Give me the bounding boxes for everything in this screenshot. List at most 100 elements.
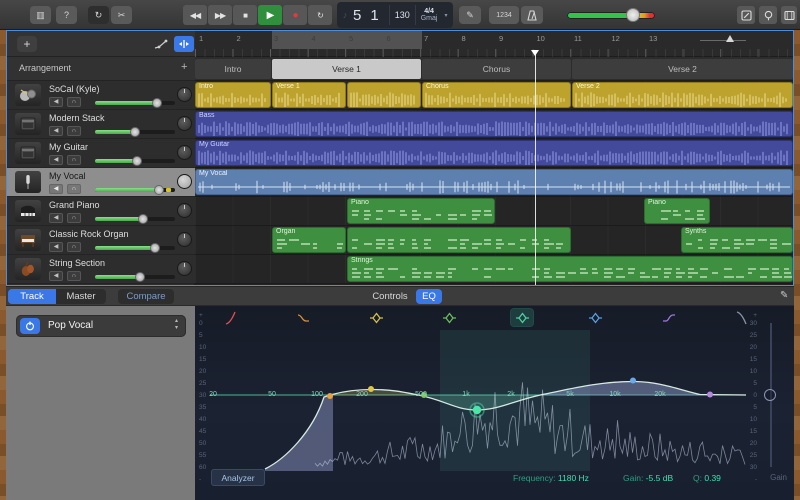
region[interactable]: My Vocal — [195, 169, 793, 195]
library-button[interactable]: ▥ — [30, 6, 51, 24]
highpass-band-button[interactable] — [219, 309, 241, 326]
timeline-zoom-slider[interactable] — [700, 38, 746, 42]
edit-pencil-icon[interactable]: ✎ — [780, 290, 788, 301]
volume-knob[interactable] — [154, 185, 164, 195]
track-name[interactable]: My Vocal — [49, 171, 86, 181]
track-name[interactable]: Modern Stack — [49, 113, 105, 123]
arrangement-section[interactable]: Verse 2 — [572, 59, 793, 79]
arrangement-section[interactable]: Intro — [195, 59, 271, 79]
tab-master[interactable]: Master — [56, 289, 106, 304]
lcd-tempo-value[interactable]: 130 — [395, 10, 410, 20]
zoom-slider-handle[interactable] — [726, 35, 734, 42]
band5-handle-selected[interactable] — [473, 406, 481, 414]
media-browser-button[interactable] — [781, 6, 797, 24]
track-header[interactable]: Classic Rock Organ ◀ ∩ — [7, 226, 195, 255]
lcd-menu-chevron-icon[interactable]: ▾ — [444, 12, 447, 19]
pan-knob[interactable] — [177, 87, 192, 102]
gain-slider-knob[interactable] — [764, 389, 776, 401]
note-pad-button[interactable] — [737, 6, 755, 24]
lcd-key-value[interactable]: Gmaj — [421, 15, 438, 22]
mute-button[interactable]: ◀ — [49, 271, 63, 281]
pan-knob[interactable] — [177, 174, 192, 189]
track-header[interactable]: SoCal (Kyle)◀∩ — [7, 81, 195, 110]
region[interactable]: Piano — [644, 198, 710, 224]
band7-handle[interactable] — [707, 392, 713, 398]
playhead[interactable] — [535, 51, 536, 285]
bell-yellow-band-button[interactable] — [365, 309, 387, 326]
master-volume-slider[interactable] — [626, 8, 640, 22]
mute-button[interactable]: ◀ — [49, 155, 63, 165]
add-track-button[interactable]: + — [17, 36, 37, 52]
arrangement-section[interactable]: Verse 1 — [272, 59, 421, 79]
pan-knob[interactable] — [177, 145, 192, 160]
lowshelf-band-button[interactable] — [292, 309, 314, 326]
volume-knob[interactable] — [152, 98, 162, 108]
track-header[interactable]: Grand Piano◀∩ — [7, 197, 195, 226]
lcd-bar-value[interactable]: 5 — [353, 7, 363, 24]
rewind-button[interactable]: ◀◀ — [183, 5, 207, 25]
lcd-display[interactable]: ♪ 5 1 130 4/4 Gmaj ▾ — [337, 2, 453, 28]
region[interactable]: Verse 2 — [572, 82, 793, 108]
solo-button[interactable]: ∩ — [67, 126, 81, 136]
cycle-button[interactable]: ↻ — [88, 6, 109, 24]
bell-blue-band-button[interactable] — [584, 309, 606, 326]
stop-button[interactable]: ■ — [233, 5, 257, 25]
tab-eq[interactable]: EQ — [416, 289, 442, 304]
arrangement-header-row[interactable]: Arrangement + — [7, 57, 195, 81]
region[interactable] — [347, 82, 421, 108]
lcd-beat-value[interactable]: 1 — [370, 7, 380, 24]
record-button[interactable]: ● — [283, 5, 307, 25]
region[interactable]: My Guitar — [195, 140, 793, 166]
volume-knob[interactable] — [130, 127, 140, 137]
solo-button[interactable]: ∩ — [67, 213, 81, 223]
loop-browser-button[interactable] — [759, 6, 777, 24]
pan-knob[interactable] — [177, 232, 192, 247]
region[interactable]: Bass — [195, 111, 793, 137]
arrangement-add-button[interactable]: + — [181, 61, 187, 73]
tab-controls[interactable]: Controls — [366, 289, 414, 304]
solo-button[interactable]: ∩ — [67, 242, 81, 252]
eq-graph[interactable] — [195, 326, 794, 474]
volume-knob[interactable] — [135, 272, 145, 282]
track-name[interactable]: String Section — [49, 258, 105, 268]
mute-button[interactable]: ◀ — [49, 126, 63, 136]
automation-button[interactable] — [151, 36, 171, 52]
region[interactable]: Strings — [347, 256, 793, 282]
plugin-power-button[interactable] — [20, 318, 40, 334]
band3-handle[interactable] — [368, 386, 374, 392]
volume-slider[interactable] — [95, 246, 175, 250]
mute-button[interactable]: ◀ — [49, 184, 63, 194]
region[interactable]: Verse 1 — [272, 82, 346, 108]
track-name[interactable]: Classic Rock Organ — [49, 229, 129, 239]
track-header[interactable]: My Vocal◀∩ — [7, 168, 195, 197]
track-name[interactable]: My Guitar — [49, 142, 88, 152]
quick-help-button[interactable]: ? — [56, 6, 77, 24]
track-name[interactable]: SoCal (Kyle) — [49, 84, 100, 94]
arrangement-section[interactable]: Chorus — [422, 59, 571, 79]
pan-knob[interactable] — [177, 116, 192, 131]
forward-button[interactable]: ▶▶ — [208, 5, 232, 25]
preset-dropdown-chevrons[interactable]: ▴▾ — [175, 318, 178, 332]
band2-handle[interactable] — [327, 393, 333, 399]
lcd-timesig-value[interactable]: 4/4 — [424, 8, 434, 15]
lcd-key-section[interactable]: 4/4 Gmaj — [415, 5, 443, 25]
track-header[interactable]: String Section◀∩ — [7, 255, 195, 284]
bell-green2-band-button[interactable] — [511, 309, 533, 326]
region[interactable]: Organ — [272, 227, 346, 253]
region[interactable] — [347, 227, 571, 253]
catch-playhead-button[interactable] — [174, 36, 194, 52]
region[interactable]: Synths — [681, 227, 793, 253]
volume-slider[interactable] — [95, 217, 175, 221]
mute-button[interactable]: ◀ — [49, 242, 63, 252]
region[interactable]: Intro — [195, 82, 271, 108]
cycle-range-button[interactable]: ↻ — [308, 5, 332, 25]
mute-button[interactable]: ◀ — [49, 97, 63, 107]
volume-knob[interactable] — [150, 243, 160, 253]
compare-button[interactable]: Compare — [118, 289, 174, 304]
highshelf-band-button[interactable] — [657, 309, 679, 326]
solo-button[interactable]: ∩ — [67, 155, 81, 165]
pan-knob[interactable] — [177, 261, 192, 276]
pencil-button[interactable]: ✎ — [459, 6, 481, 24]
volume-slider[interactable] — [95, 101, 175, 105]
band6-handle[interactable] — [630, 378, 636, 384]
